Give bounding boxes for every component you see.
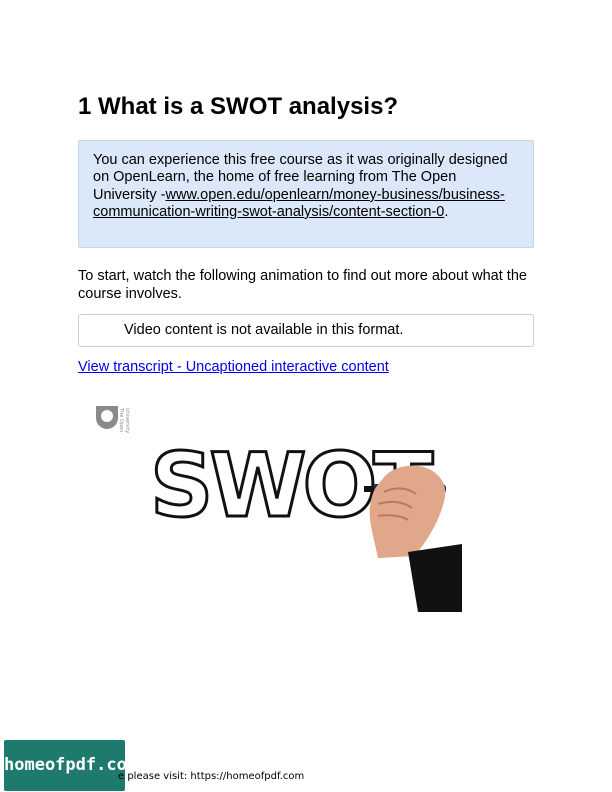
video-still-image: The Open University SWOT — [78, 388, 462, 612]
intro-paragraph: To start, watch the following animation … — [78, 268, 527, 302]
video-placeholder: Video content is not available in this f… — [78, 314, 534, 347]
homeofpdf-badge[interactable]: homeofpdf.com — [4, 740, 137, 791]
section-title: 1 What is a SWOT analysis? — [78, 93, 399, 120]
info-callout: You can experience this free course as i… — [78, 140, 534, 248]
logo-text-2: University — [124, 408, 130, 433]
logo-text-1: The Open — [118, 407, 124, 432]
footer-text: e please visit: https://homeofpdf.com — [118, 771, 305, 782]
info-suffix: . — [444, 203, 449, 220]
view-transcript-link[interactable]: View transcript - Uncaptioned interactiv… — [78, 359, 389, 376]
